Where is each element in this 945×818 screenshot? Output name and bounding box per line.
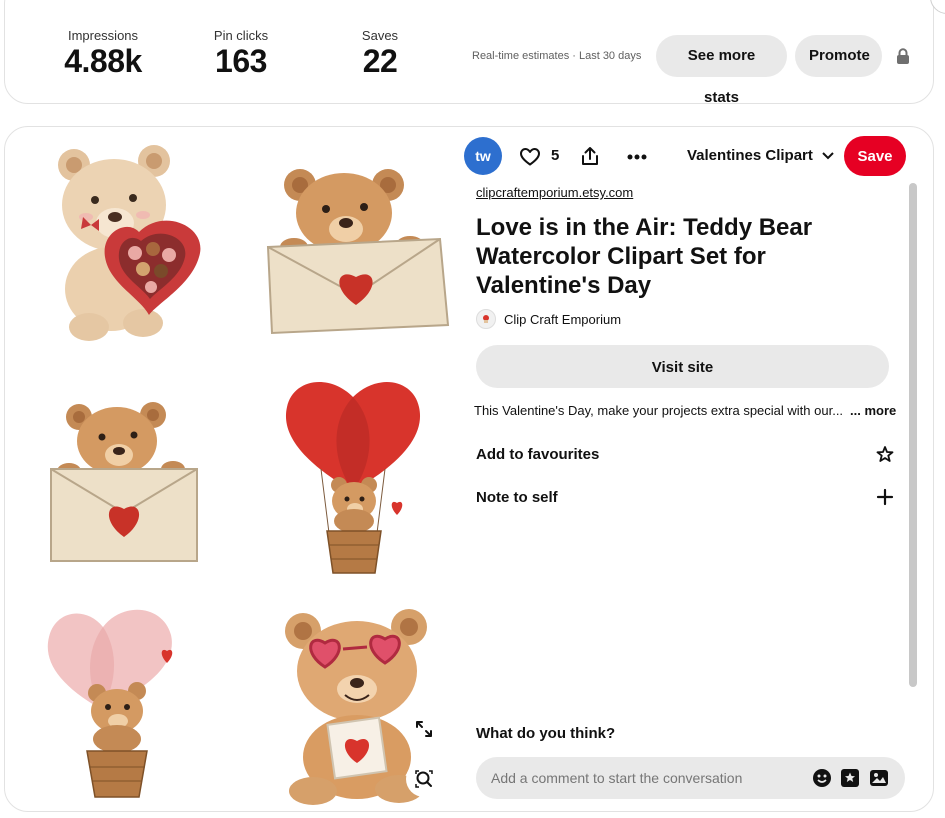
- heart-icon[interactable]: [519, 146, 541, 168]
- expand-icon: [416, 721, 432, 737]
- star-icon[interactable]: [876, 445, 894, 463]
- bear-chocolate-box-illustration: [58, 145, 201, 341]
- pin-title: Love is in the Air: Teddy Bear Watercolo…: [476, 214, 813, 299]
- visit-site-button[interactable]: Visit site: [476, 345, 889, 388]
- pin-toolbar: tw 5 Valentines Clipart Save: [463, 136, 913, 180]
- sticker-icon[interactable]: [840, 768, 860, 788]
- comment-heading: What do you think?: [476, 725, 616, 742]
- save-button[interactable]: Save: [844, 136, 906, 176]
- plus-icon[interactable]: [876, 488, 894, 506]
- note-label: Note to self: [476, 489, 558, 506]
- pin-card: tw 5 Valentines Clipart Save clipcraftem…: [4, 126, 934, 812]
- visual-search-icon: [415, 770, 433, 788]
- see-more-stats-button[interactable]: See more stats: [656, 35, 787, 106]
- stat-value: 4.88k: [64, 43, 142, 79]
- pin-description: This Valentine's Day, make your projects…: [474, 403, 844, 418]
- bear-heart-balloon-illustration: [285, 382, 421, 574]
- creator[interactable]: Clip Craft Emporium: [476, 309, 621, 329]
- add-to-favourites[interactable]: Add to favourites: [476, 445, 894, 465]
- avatar[interactable]: tw: [464, 137, 502, 175]
- stat-label: Saves: [361, 28, 399, 43]
- bear-envelope-small-illustration: [50, 402, 198, 562]
- board-name: Valentines Clipart: [687, 147, 813, 164]
- creator-name: Clip Craft Emporium: [504, 311, 622, 327]
- stats-note: Real-time estimates · Last 30 days: [472, 50, 642, 62]
- stat-label: Impressions: [67, 28, 139, 43]
- board-select[interactable]: Valentines Clipart: [687, 147, 834, 164]
- stats-card: Impressions 4.88k Pin clicks 163 Saves 2…: [4, 0, 934, 106]
- bear-envelope-illustration: [266, 169, 450, 335]
- stat-pin-clicks: Pin clicks 163: [176, 28, 306, 80]
- like-count: 5: [551, 147, 560, 164]
- stat-value: 163: [215, 43, 267, 79]
- stat-impressions: Impressions 4.88k: [38, 28, 168, 80]
- more-icon[interactable]: [625, 146, 649, 168]
- source-link[interactable]: clipcraftemporium.etsy.com: [476, 185, 633, 200]
- note-to-self[interactable]: Note to self: [476, 488, 894, 508]
- stat-saves: Saves 22: [315, 28, 445, 80]
- pin-image[interactable]: [5, 127, 465, 811]
- visual-search-button[interactable]: [406, 761, 442, 797]
- expand-button[interactable]: [406, 711, 442, 747]
- image-icon[interactable]: [869, 768, 889, 788]
- chevron-down-icon: [822, 152, 834, 160]
- scrollbar[interactable]: [908, 179, 920, 699]
- lock-icon: [897, 48, 909, 64]
- more-link[interactable]: ... more: [850, 403, 896, 418]
- emoji-icon[interactable]: [812, 768, 832, 788]
- promote-button[interactable]: Promote: [795, 35, 882, 77]
- stat-value: 22: [362, 43, 398, 79]
- creator-avatar: [476, 309, 496, 329]
- scroll-thumb[interactable]: [909, 183, 917, 687]
- bear-pink-balloon-illustration: [47, 609, 173, 798]
- favourites-label: Add to favourites: [476, 446, 600, 463]
- share-icon[interactable]: [579, 145, 601, 167]
- stat-label: Pin clicks: [213, 28, 269, 43]
